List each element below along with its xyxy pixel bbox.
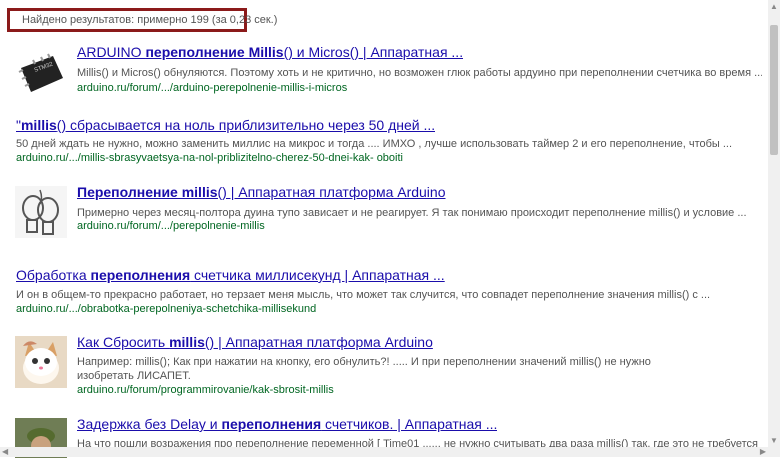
search-result: "millis() сбрасывается на ноль приблизит…: [0, 115, 768, 165]
cat-image[interactable]: [15, 336, 67, 388]
result-title-link[interactable]: Как Сбросить millis() | Аппаратная платф…: [77, 334, 433, 350]
vertical-scrollbar[interactable]: ▲ ▼: [768, 0, 780, 457]
horizontal-scrollbar[interactable]: ◀ ▶: [0, 447, 768, 457]
result-url: arduino.ru/.../obrabotka-perepolneniya-s…: [16, 303, 317, 315]
result-url: arduino.ru/forum/.../perepolnenie-millis: [77, 220, 265, 232]
search-stats-box: Найдено результатов: примерно 199 (за 0,…: [7, 8, 277, 32]
result-snippet: Millis() и Micros() обнуляются. Поэтому …: [77, 67, 762, 79]
result-url: arduino.ru/.../millis-sbrasyvaetsya-na-n…: [16, 152, 403, 164]
search-result: Как Сбросить millis() | Аппаратная платф…: [0, 332, 768, 402]
chip-image[interactable]: STM32: [15, 48, 67, 100]
result-snippet: 50 дней ждать не нужно, можно заменить м…: [16, 138, 733, 150]
search-result: Обработка переполнения счетчика миллисек…: [0, 265, 768, 315]
result-title-link[interactable]: Задержка без Delay и переполнения счетчи…: [77, 416, 497, 432]
result-snippet: И он в общем-то прекрасно работает, но т…: [16, 289, 711, 301]
scroll-down-icon[interactable]: ▼: [770, 436, 778, 445]
result-snippet: Примерно через месяц-полтора дуина тупо …: [77, 207, 747, 219]
scroll-up-icon[interactable]: ▲: [770, 2, 778, 11]
result-title-link[interactable]: "millis() сбрасывается на ноль приблизит…: [16, 117, 435, 133]
result-title-link[interactable]: Обработка переполнения счетчика миллисек…: [16, 267, 445, 283]
result-url: arduino.ru/forum/programmirovanie/kak-sb…: [77, 384, 334, 396]
result-title-link[interactable]: ARDUINO переполнение Millis() и Micros()…: [77, 44, 463, 60]
search-result: Переполнение millis() | Аппаратная платф…: [0, 182, 768, 242]
search-result: STM32 ARDUINO переполнение Millis() и Mi…: [0, 42, 768, 100]
scroll-left-icon[interactable]: ◀: [2, 447, 8, 456]
result-snippet: Например: millis(); Как при нажатии на к…: [77, 356, 651, 382]
result-title-link[interactable]: Переполнение millis() | Аппаратная платф…: [77, 184, 446, 200]
scrollbar-thumb[interactable]: [770, 25, 778, 155]
search-stats-text: Найдено результатов: примерно 199 (за 0,…: [22, 14, 278, 26]
result-url: arduino.ru/forum/.../arduino-perepolneni…: [77, 82, 348, 94]
boxing-gloves-image[interactable]: [15, 186, 67, 238]
scroll-right-icon[interactable]: ▶: [760, 447, 766, 456]
